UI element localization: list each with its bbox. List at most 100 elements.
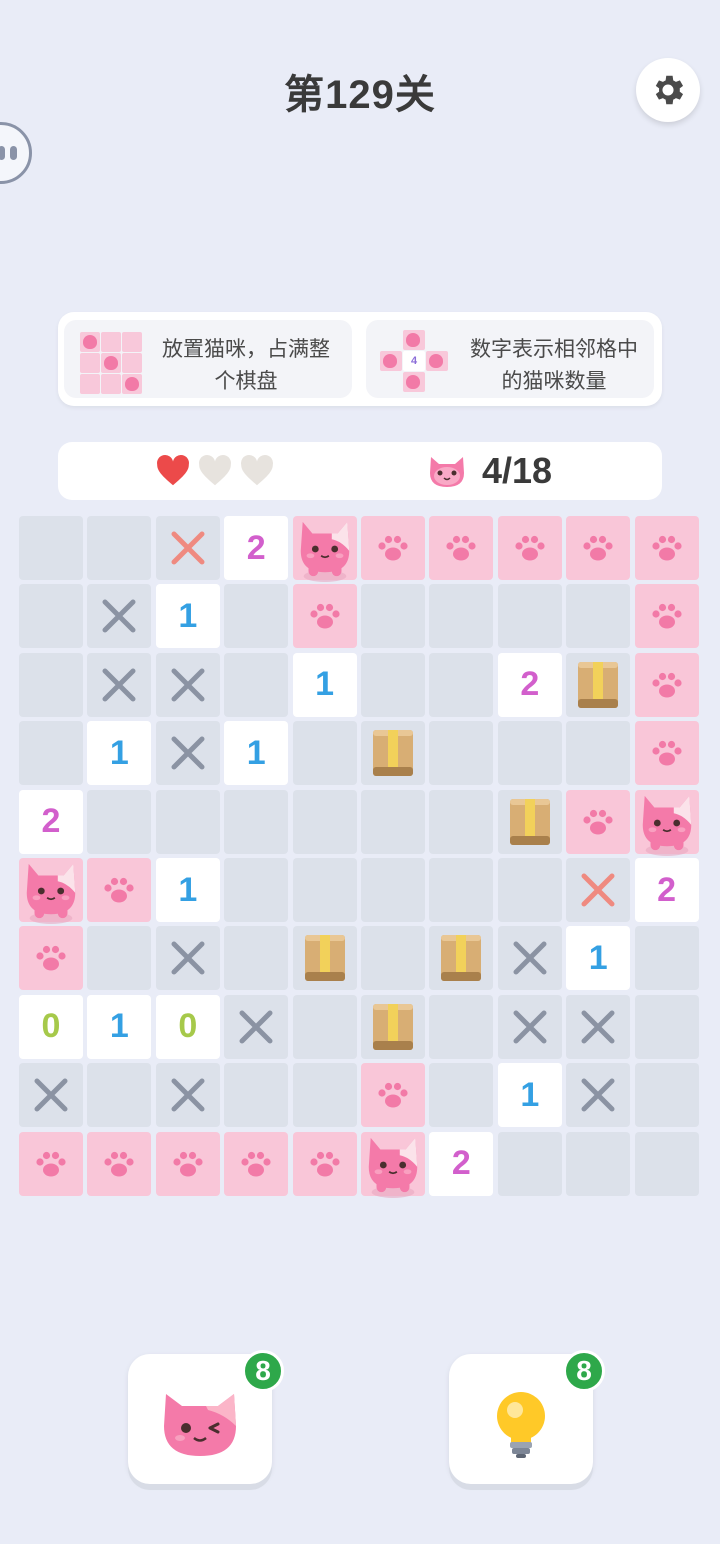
board-cell-paw[interactable]	[429, 516, 494, 580]
board-cell-number-label: 1	[588, 938, 608, 977]
board-cell-empty[interactable]	[566, 721, 631, 786]
board-cell-empty[interactable]	[155, 789, 220, 854]
board-cell-cross[interactable]	[155, 926, 220, 991]
board-cell-paw[interactable]	[19, 1131, 83, 1196]
board-cell-paw[interactable]	[634, 721, 699, 786]
board-cell-empty[interactable]	[292, 789, 357, 854]
side-assistant-button[interactable]	[0, 122, 32, 184]
board-cell-box[interactable]	[566, 652, 631, 717]
board-cell-empty[interactable]	[634, 1063, 699, 1128]
board-cell-paw[interactable]	[361, 516, 425, 580]
board-cell-empty[interactable]	[19, 516, 83, 580]
board-cell-box[interactable]	[292, 926, 357, 991]
board-cell-empty[interactable]	[361, 652, 425, 717]
lightbulb-hint-count-badge: 8	[563, 1350, 605, 1392]
board-cell-paw[interactable]	[155, 1131, 220, 1196]
board-cell-empty[interactable]	[497, 584, 562, 649]
board-cell-empty[interactable]	[361, 789, 425, 854]
board-cell-empty[interactable]	[429, 994, 494, 1059]
board-cell-paw[interactable]	[634, 584, 699, 649]
board-cell-empty[interactable]	[87, 1063, 152, 1128]
board-cell-empty[interactable]	[224, 926, 289, 991]
board-cell-empty[interactable]	[292, 1063, 357, 1128]
board-cell-empty[interactable]	[634, 994, 699, 1059]
board-cell-empty[interactable]	[292, 721, 357, 786]
board-cell-empty[interactable]	[292, 994, 357, 1059]
board-cell-paw[interactable]	[566, 516, 631, 580]
board-cell-cross[interactable]	[155, 652, 220, 717]
board-cell-cross[interactable]	[566, 1063, 631, 1128]
board-cell-box[interactable]	[429, 926, 494, 991]
board-cell-empty[interactable]	[87, 926, 152, 991]
board-cell-box[interactable]	[361, 721, 425, 786]
board-cell-empty[interactable]	[497, 858, 562, 922]
board-cell-cross-red[interactable]	[155, 516, 220, 580]
board-cell-empty[interactable]	[429, 584, 494, 649]
board-cell-number-label: 2	[451, 1144, 471, 1183]
board-cell-empty[interactable]	[19, 652, 83, 717]
board-cell-box[interactable]	[497, 789, 562, 854]
board-cell-paw[interactable]	[87, 1131, 152, 1196]
board-cell-empty[interactable]	[429, 652, 494, 717]
board-cell-empty[interactable]	[224, 858, 289, 922]
board-cell-empty[interactable]	[429, 789, 494, 854]
board-cell-number-label: 2	[41, 802, 61, 841]
board-cell-empty[interactable]	[429, 1063, 494, 1128]
board-cell-paw[interactable]	[292, 584, 357, 649]
cross-icon	[581, 1078, 615, 1112]
board-cell-cross[interactable]	[155, 1063, 220, 1128]
board-cell-paw[interactable]	[19, 926, 83, 991]
board-cell-empty[interactable]	[566, 584, 631, 649]
board-cell-empty[interactable]	[361, 584, 425, 649]
board-cell-paw[interactable]	[292, 1131, 357, 1196]
board-cell-paw[interactable]	[224, 1131, 289, 1196]
board-cell-paw[interactable]	[634, 652, 699, 717]
board-cell-paw[interactable]	[497, 516, 562, 580]
board-cell-empty[interactable]	[361, 926, 425, 991]
board-cell-paw[interactable]	[566, 789, 631, 854]
board-cell-empty[interactable]	[429, 721, 494, 786]
board-cell-empty[interactable]	[19, 721, 83, 786]
board-cell-empty[interactable]	[292, 858, 357, 922]
board-cell-empty[interactable]	[87, 516, 152, 580]
lightbulb-hint-button[interactable]: 8	[449, 1350, 605, 1484]
board-cell-empty[interactable]	[87, 789, 152, 854]
cat-hint-button[interactable]: 8	[128, 1350, 284, 1484]
board-cell-cat[interactable]	[361, 1131, 425, 1198]
cross-icon	[513, 941, 547, 975]
board-cell-empty[interactable]	[497, 721, 562, 786]
paw-icon	[378, 1083, 408, 1108]
board-cell-cross[interactable]	[19, 1063, 83, 1128]
rule-fill-illustration	[80, 332, 142, 394]
cat-icon	[368, 1137, 418, 1198]
board-cell-cross[interactable]	[566, 994, 631, 1059]
rule-numbers-illustration: 4	[380, 330, 448, 392]
board-cell-empty[interactable]	[497, 1131, 562, 1196]
board-cell-empty[interactable]	[224, 584, 289, 649]
board-cell-cross[interactable]	[497, 994, 562, 1059]
board-cell-cross-red[interactable]	[566, 858, 631, 922]
board-cell-empty[interactable]	[566, 1131, 631, 1196]
board-cell-cross[interactable]	[87, 652, 152, 717]
board-cell-cat[interactable]	[19, 858, 83, 924]
board-cell-cat[interactable]	[292, 516, 357, 582]
board-cell-empty[interactable]	[634, 926, 699, 991]
board-cell-empty[interactable]	[224, 789, 289, 854]
board-cell-paw[interactable]	[634, 516, 699, 580]
board-cell-paw[interactable]	[361, 1063, 425, 1128]
board-cell-empty[interactable]	[361, 858, 425, 922]
board-cell-box[interactable]	[361, 994, 425, 1059]
board-cell-paw[interactable]	[87, 858, 152, 922]
board-cell-cross[interactable]	[497, 926, 562, 991]
board-cell-cross[interactable]	[87, 584, 152, 649]
board-cell-empty[interactable]	[429, 858, 494, 922]
board-cell-empty[interactable]	[224, 652, 289, 717]
heart-empty-icon	[199, 455, 231, 486]
board-cell-cat[interactable]	[634, 789, 699, 856]
board-cell-cross[interactable]	[155, 721, 220, 786]
board-cell-empty[interactable]	[224, 1063, 289, 1128]
board-cell-empty[interactable]	[634, 1131, 699, 1196]
board-cell-empty[interactable]	[19, 584, 83, 649]
board-cell-cross[interactable]	[224, 994, 289, 1059]
settings-button[interactable]	[636, 58, 700, 122]
